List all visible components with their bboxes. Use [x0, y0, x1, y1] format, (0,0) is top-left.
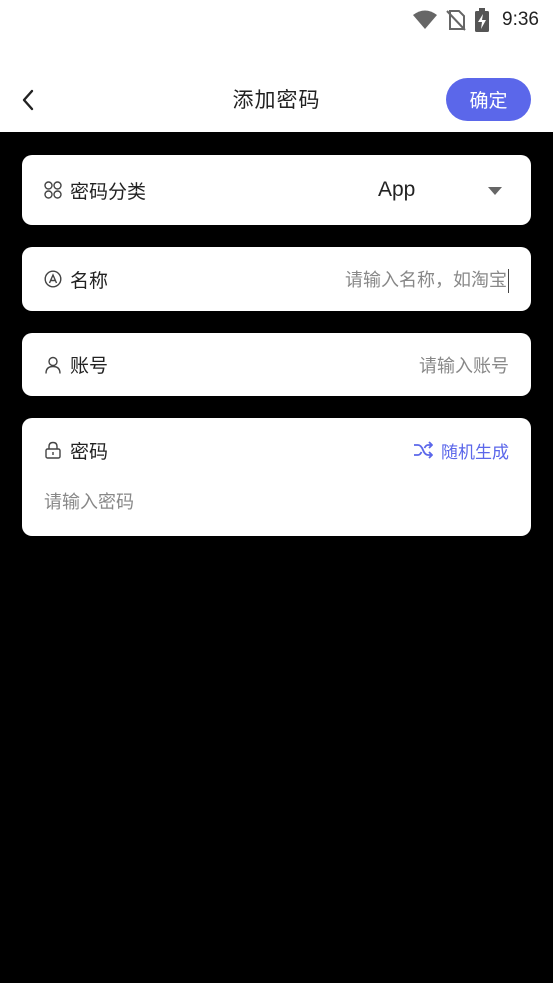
shuffle-icon — [414, 441, 433, 459]
wifi-icon — [413, 10, 438, 29]
account-card: 账号 请输入账号 — [22, 333, 531, 396]
app-bar: 添加密码 确定 — [0, 40, 553, 132]
random-generate-button[interactable]: 随机生成 — [413, 438, 509, 463]
random-generate-label: 随机生成 — [441, 442, 509, 463]
name-icon — [44, 270, 62, 288]
password-card: 密码 随机生成 请输入密码 — [22, 418, 531, 536]
name-input[interactable]: 请输入名称，如淘宝 — [345, 266, 509, 293]
account-label: 账号 — [70, 355, 109, 377]
category-grid-icon — [44, 181, 62, 199]
no-sim-icon — [446, 10, 466, 31]
account-input[interactable]: 请输入账号 — [419, 352, 509, 378]
password-input[interactable]: 请输入密码 — [44, 488, 134, 514]
name-placeholder: 请输入名称，如淘宝 — [345, 269, 507, 291]
name-label: 名称 — [70, 269, 109, 292]
category-value[interactable]: App — [378, 178, 415, 202]
status-time: 9:36 — [502, 9, 539, 30]
status-bar: 9:36 — [0, 0, 553, 40]
name-card: 名称 请输入名称，如淘宝 — [22, 247, 531, 311]
category-card[interactable]: 密码分类 App — [22, 155, 531, 225]
lock-icon — [44, 441, 62, 459]
category-label: 密码分类 — [70, 180, 147, 203]
text-cursor — [508, 268, 509, 293]
user-icon — [44, 356, 62, 374]
confirm-button[interactable]: 确定 — [446, 78, 531, 121]
battery-icon — [475, 8, 490, 32]
password-label: 密码 — [70, 440, 109, 463]
dropdown-arrow-icon[interactable] — [487, 181, 503, 200]
